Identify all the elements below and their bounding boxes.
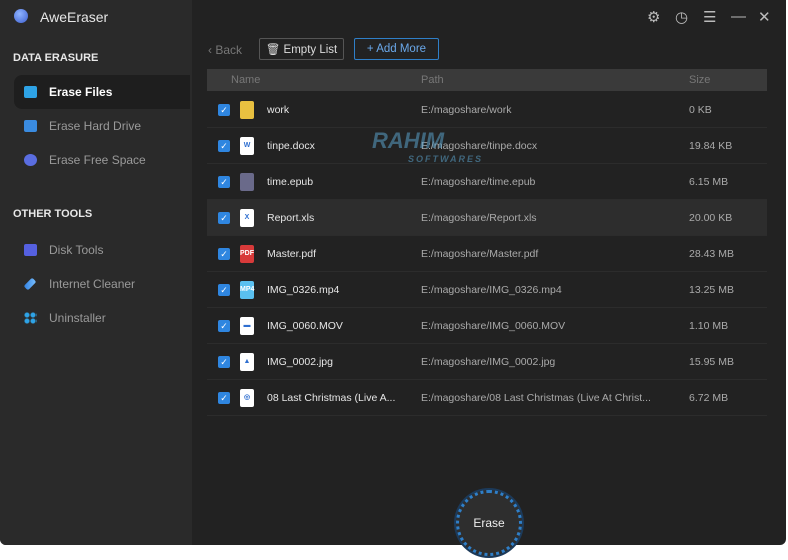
sidebar: AweEraser DATA ERASURE Erase Files Erase… <box>0 0 192 545</box>
back-button[interactable]: ‹ Back <box>208 43 242 57</box>
sidebar-item-uninstaller[interactable]: Uninstaller <box>14 301 190 335</box>
column-size[interactable]: Size <box>689 74 710 86</box>
sidebar-item-erase-hard-drive[interactable]: Erase Hard Drive <box>14 109 190 143</box>
section-data-erasure: DATA ERASURE <box>13 52 99 64</box>
column-path[interactable]: Path <box>421 74 444 86</box>
file-size: 28.43 MB <box>689 247 734 260</box>
sidebar-item-internet-cleaner[interactable]: Internet Cleaner <box>14 267 190 301</box>
file-path: E:/magoshare/IMG_0002.jpg <box>421 355 556 368</box>
sidebar-item-disk-tools[interactable]: Disk Tools <box>14 233 190 267</box>
watermark-subtext: SOFTWARES <box>408 154 484 164</box>
epub-file-icon <box>240 173 254 191</box>
add-more-button[interactable]: + Add More <box>354 38 439 60</box>
watermark-text: RAHIM <box>372 128 445 153</box>
table-row[interactable]: ✓ MP4 IMG_0326.mp4 E:/magoshare/IMG_0326… <box>207 272 767 308</box>
close-icon[interactable]: ✕ <box>758 8 771 26</box>
erase-button[interactable]: Erase <box>456 490 522 556</box>
video-file-icon: MP4 <box>240 281 254 299</box>
table-row[interactable]: ✓ PDF Master.pdf E:/magoshare/Master.pdf… <box>207 236 767 272</box>
row-checkbox[interactable]: ✓ <box>218 320 230 332</box>
row-checkbox[interactable]: ✓ <box>218 284 230 296</box>
file-name: Master.pdf <box>267 247 317 260</box>
file-name: 08 Last Christmas (Live A... <box>267 391 396 404</box>
excel-file-icon: X <box>240 209 254 227</box>
file-name: IMG_0060.MOV <box>267 319 343 332</box>
file-size: 6.15 MB <box>689 175 729 188</box>
sidebar-item-label: Disk Tools <box>49 243 104 257</box>
column-name[interactable]: Name <box>231 74 260 86</box>
sidebar-item-erase-free-space[interactable]: Erase Free Space <box>14 143 190 177</box>
movie-file-icon: ▬ <box>240 317 254 335</box>
file-path: E:/magoshare/Master.pdf <box>421 247 539 260</box>
apps-grid-icon <box>24 312 37 324</box>
file-name: IMG_0002.jpg <box>267 355 333 368</box>
file-size: 6.72 MB <box>689 391 729 404</box>
file-path: E:/magoshare/Report.xls <box>421 211 537 224</box>
sidebar-item-label: Erase Files <box>49 85 113 99</box>
clock-icon[interactable]: ◷ <box>675 8 688 26</box>
hard-drive-icon <box>24 120 37 132</box>
file-path: E:/magoshare/08 Last Christmas (Live At … <box>421 391 651 404</box>
folder-icon <box>24 86 37 98</box>
file-name: work <box>267 103 290 116</box>
file-name: IMG_0326.mp4 <box>267 283 340 296</box>
folder-file-icon <box>240 101 254 119</box>
watermark: RAHIM SOFTWARES <box>372 128 483 164</box>
empty-list-button[interactable]: 🗑 Empty List <box>259 38 344 60</box>
file-path: E:/magoshare/IMG_0326.mp4 <box>421 283 562 296</box>
table-row[interactable]: ✓ X Report.xls E:/magoshare/Report.xls 2… <box>207 200 767 236</box>
sidebar-item-label: Internet Cleaner <box>49 277 136 291</box>
file-size: 15.95 MB <box>689 355 734 368</box>
app-logo-icon <box>14 9 28 23</box>
file-size: 20.00 KB <box>689 211 733 224</box>
section-other-tools: OTHER TOOLS <box>13 208 93 220</box>
app-window: AweEraser DATA ERASURE Erase Files Erase… <box>0 0 786 545</box>
gear-icon[interactable]: ⚙ <box>647 8 660 26</box>
file-name: time.epub <box>267 175 314 188</box>
row-checkbox[interactable]: ✓ <box>218 212 230 224</box>
table-row[interactable]: ✓ time.epub E:/magoshare/time.epub 6.15 … <box>207 164 767 200</box>
rocket-icon <box>23 277 37 291</box>
table-header: Name Path Size <box>207 69 767 91</box>
table-row[interactable]: ✓ W tinpe.docx E:/magoshare/tinpe.docx 1… <box>207 128 767 164</box>
image-file-icon: ▲ <box>240 353 254 371</box>
file-path: E:/magoshare/IMG_0060.MOV <box>421 319 566 332</box>
row-checkbox[interactable]: ✓ <box>218 392 230 404</box>
file-size: 13.25 MB <box>689 283 734 296</box>
file-name: tinpe.docx <box>267 139 315 152</box>
file-size: 1.10 MB <box>689 319 729 332</box>
row-checkbox[interactable]: ✓ <box>218 176 230 188</box>
file-name: Report.xls <box>267 211 315 224</box>
sidebar-item-label: Erase Free Space <box>49 153 146 167</box>
audio-file-icon: ◎ <box>240 389 254 407</box>
word-file-icon: W <box>240 137 254 155</box>
file-size: 0 KB <box>689 103 712 116</box>
menu-icon[interactable]: ☰ <box>703 8 716 26</box>
table-row[interactable]: ✓ work E:/magoshare/work 0 KB <box>207 92 767 128</box>
table-row[interactable]: ✓ ▲ IMG_0002.jpg E:/magoshare/IMG_0002.j… <box>207 344 767 380</box>
file-path: E:/magoshare/work <box>421 103 512 116</box>
sidebar-item-label: Uninstaller <box>49 311 106 325</box>
row-checkbox[interactable]: ✓ <box>218 356 230 368</box>
table-row[interactable]: ✓ ▬ IMG_0060.MOV E:/magoshare/IMG_0060.M… <box>207 308 767 344</box>
pie-chart-icon <box>24 154 37 166</box>
file-size: 19.84 KB <box>689 139 733 152</box>
pdf-file-icon: PDF <box>240 245 254 263</box>
app-title: AweEraser <box>40 9 109 25</box>
row-checkbox[interactable]: ✓ <box>218 248 230 260</box>
table-row[interactable]: ✓ ◎ 08 Last Christmas (Live A... E:/mago… <box>207 380 767 416</box>
sidebar-item-erase-files[interactable]: Erase Files <box>14 75 190 109</box>
minimize-icon[interactable]: — <box>731 8 746 25</box>
sidebar-item-label: Erase Hard Drive <box>49 119 142 133</box>
file-path: E:/magoshare/time.epub <box>421 175 536 188</box>
row-checkbox[interactable]: ✓ <box>218 140 230 152</box>
row-checkbox[interactable]: ✓ <box>218 104 230 116</box>
toolbox-icon <box>24 244 37 256</box>
